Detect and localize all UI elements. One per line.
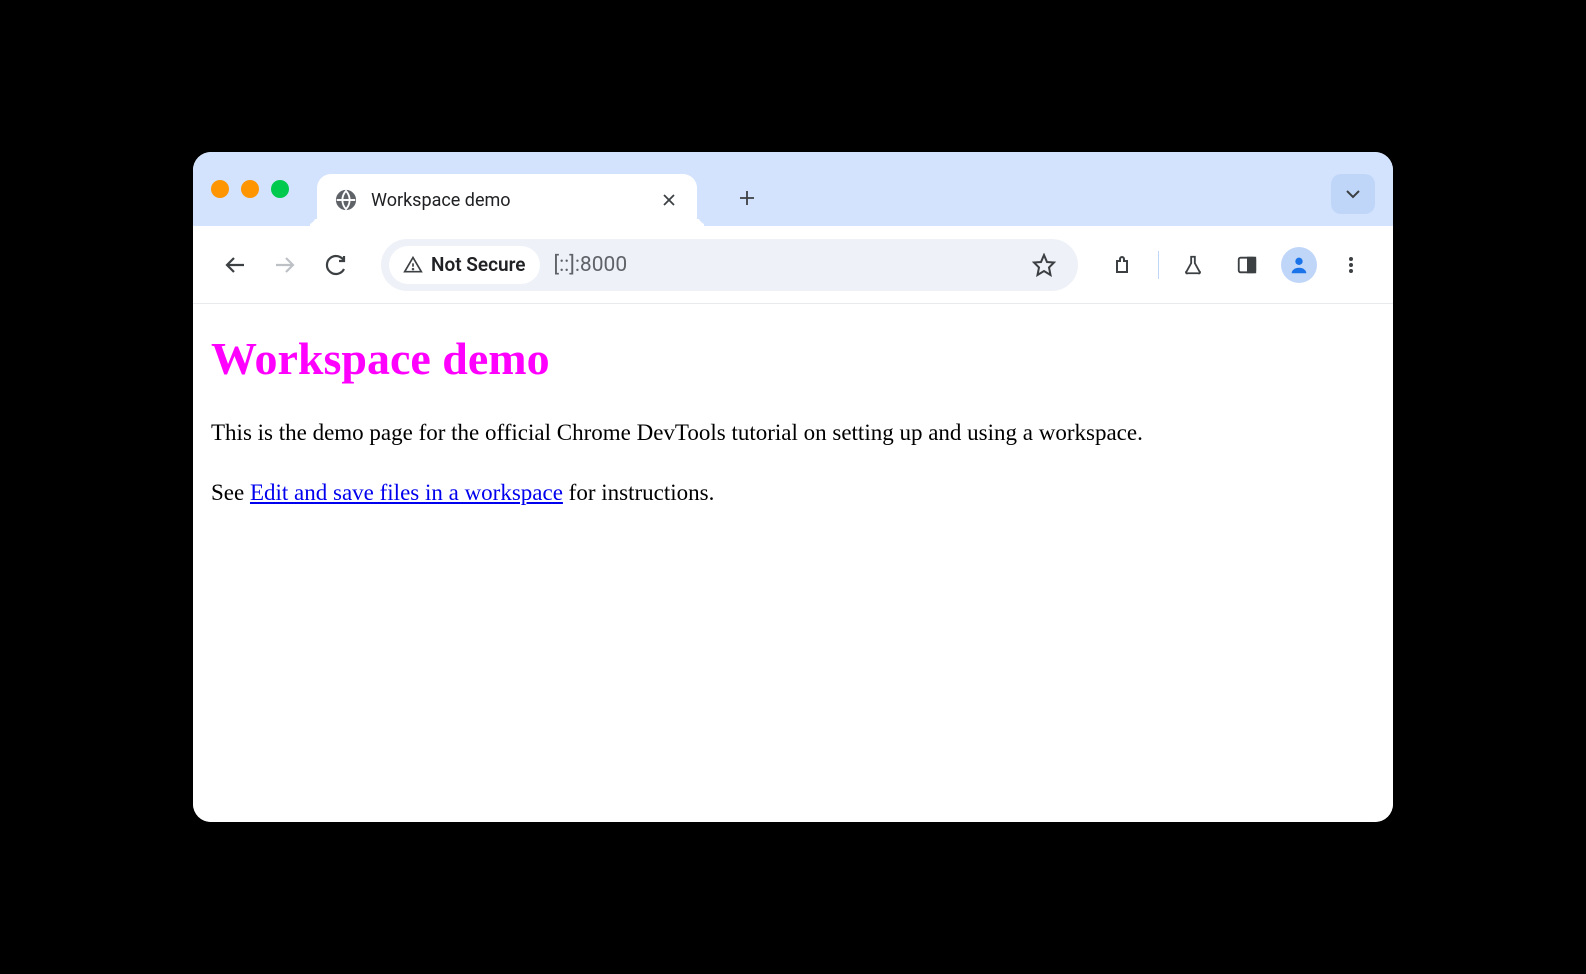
page-content: Workspace demo This is the demo page for… [193,304,1393,822]
flask-icon [1182,254,1204,276]
url-text: [::]:8000 [554,253,1020,277]
profile-button[interactable] [1281,247,1317,283]
tab-search-button[interactable] [1331,174,1375,214]
panel-icon [1236,254,1258,276]
toolbar-divider [1158,251,1159,279]
bookmark-button[interactable] [1024,245,1064,285]
forward-button[interactable] [265,245,305,285]
new-tab-button[interactable] [727,178,767,218]
paragraph-text: for instructions. [563,480,714,505]
security-indicator[interactable]: Not Secure [389,246,540,284]
tab-title: Workspace demo [371,190,645,211]
browser-tab[interactable]: Workspace demo [317,174,697,226]
window-maximize-button[interactable] [271,180,289,198]
toolbar-actions [1104,245,1371,285]
security-label: Not Secure [431,253,526,276]
browser-toolbar: Not Secure [::]:8000 [193,226,1393,304]
star-icon [1032,253,1056,277]
page-heading: Workspace demo [211,332,1375,385]
window-controls [211,180,289,198]
labs-button[interactable] [1173,245,1213,285]
globe-icon [335,189,357,211]
tutorial-link[interactable]: Edit and save files in a workspace [250,480,563,505]
browser-window: Workspace demo [193,152,1393,822]
tab-strip: Workspace demo [193,152,1393,226]
address-bar[interactable]: Not Secure [::]:8000 [381,239,1078,291]
page-paragraph-2: See Edit and save files in a workspace f… [211,477,1375,509]
side-panel-button[interactable] [1227,245,1267,285]
person-icon [1288,254,1310,276]
window-minimize-button[interactable] [241,180,259,198]
puzzle-icon [1112,253,1136,277]
menu-button[interactable] [1331,245,1371,285]
dots-vertical-icon [1341,255,1361,275]
reload-button[interactable] [315,245,355,285]
close-tab-button[interactable] [659,190,679,210]
page-paragraph-1: This is the demo page for the official C… [211,417,1375,449]
warning-icon [403,255,423,275]
extensions-button[interactable] [1104,245,1144,285]
back-button[interactable] [215,245,255,285]
paragraph-text: See [211,480,250,505]
window-close-button[interactable] [211,180,229,198]
